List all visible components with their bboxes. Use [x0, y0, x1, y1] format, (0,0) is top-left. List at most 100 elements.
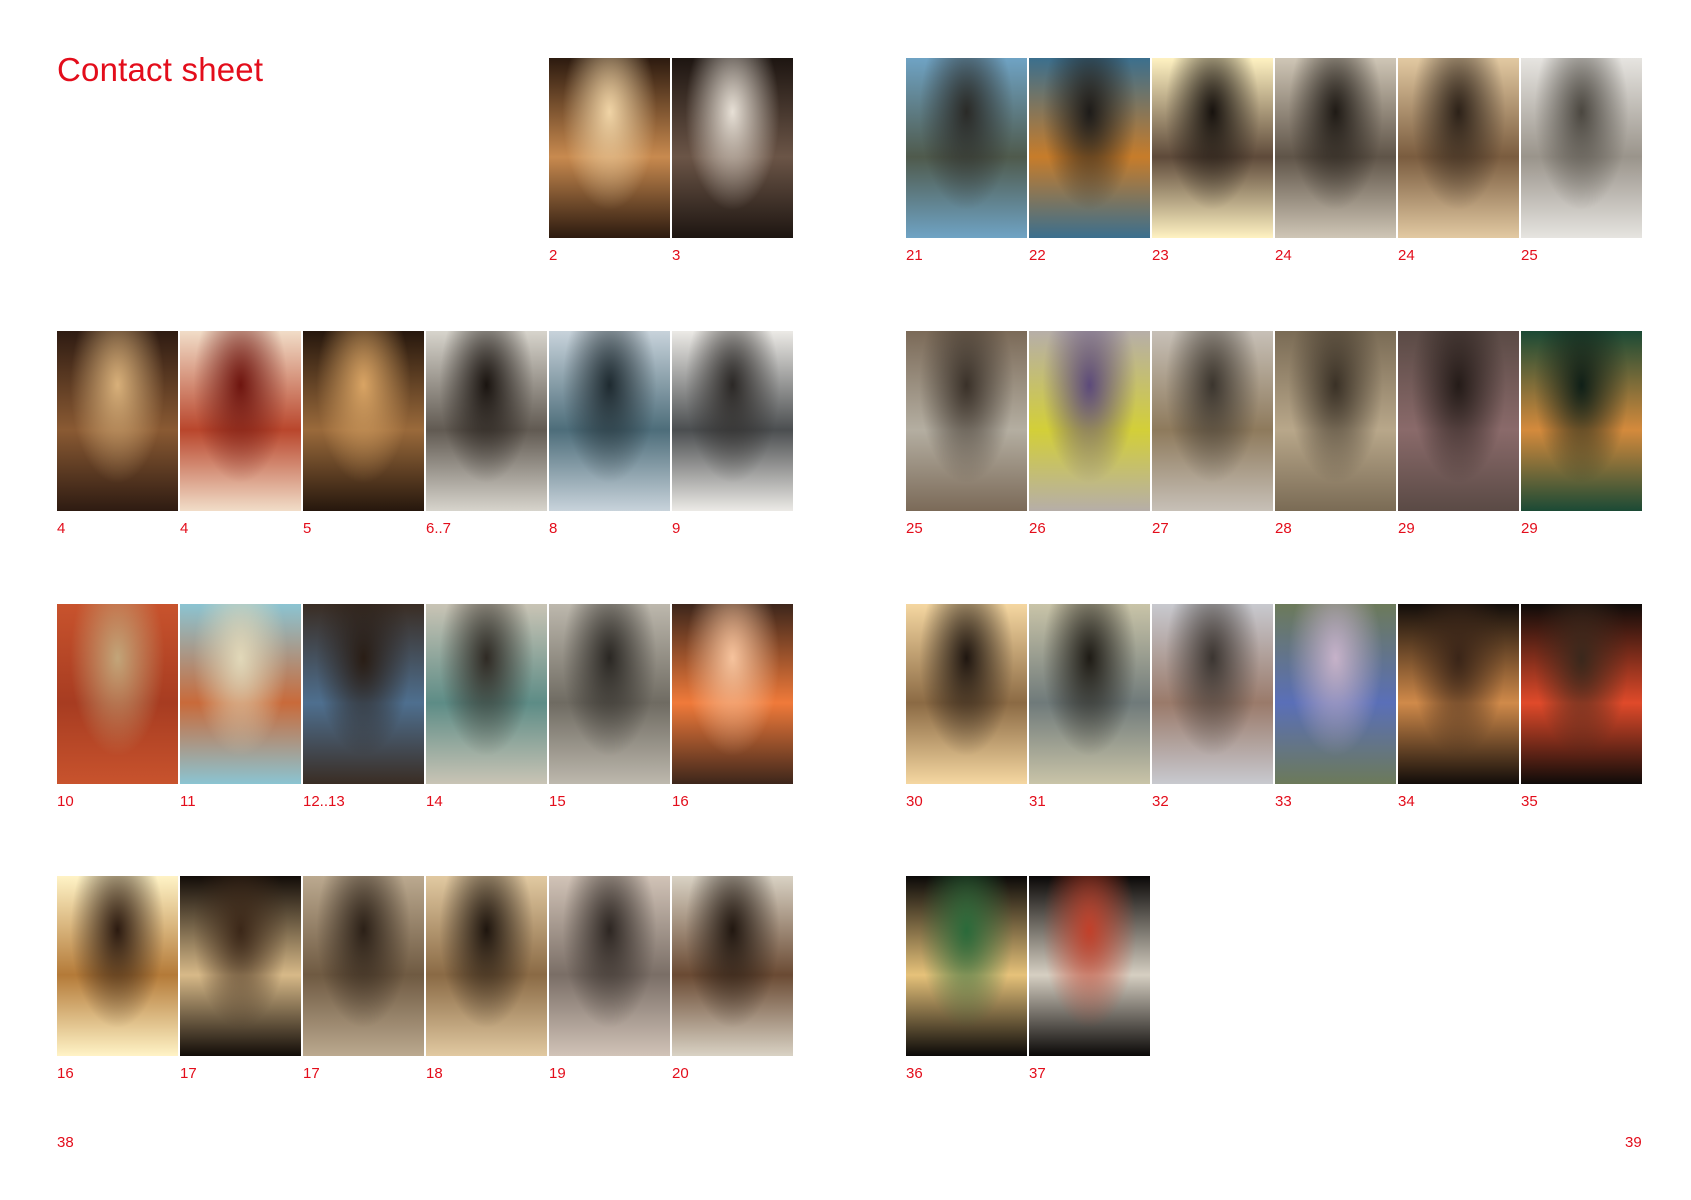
- contact-photo: [906, 58, 1027, 238]
- photo-caption: 19: [549, 1065, 566, 1082]
- photo-image: [1398, 604, 1519, 784]
- photo-image: [180, 876, 301, 1056]
- photo-image: [672, 604, 793, 784]
- contact-photo: [1029, 331, 1150, 511]
- photo-caption: 23: [1152, 247, 1169, 264]
- photo-image: [1398, 58, 1519, 238]
- photo-caption: 16: [57, 1065, 74, 1082]
- photo-image: [57, 876, 178, 1056]
- photo-caption: 36: [906, 1065, 923, 1082]
- contact-photo: [1398, 331, 1519, 511]
- photo-caption: 33: [1275, 793, 1292, 810]
- photo-caption: 37: [1029, 1065, 1046, 1082]
- contact-photo: [1275, 604, 1396, 784]
- photo-image: [180, 604, 301, 784]
- photo-caption: 5: [303, 520, 312, 537]
- photo-caption: 31: [1029, 793, 1046, 810]
- photo-image: [426, 604, 547, 784]
- photo-caption: 32: [1152, 793, 1169, 810]
- photo-image: [906, 58, 1027, 238]
- photo-caption: 20: [672, 1065, 689, 1082]
- photo-image: [303, 331, 424, 511]
- contact-photo: [549, 331, 670, 511]
- photo-image: [1152, 331, 1273, 511]
- contact-photo: [672, 604, 793, 784]
- photo-image: [1029, 876, 1150, 1056]
- contact-photo: [1398, 604, 1519, 784]
- contact-photo: [906, 876, 1027, 1056]
- contact-photo: [906, 331, 1027, 511]
- contact-photo: [672, 876, 793, 1056]
- photo-caption: 17: [180, 1065, 197, 1082]
- photo-caption: 25: [906, 520, 923, 537]
- contact-photo: [180, 604, 301, 784]
- photo-caption: 14: [426, 793, 443, 810]
- contact-photo: [549, 58, 670, 238]
- contact-photo: [57, 604, 178, 784]
- photo-caption: 29: [1521, 520, 1538, 537]
- page-number-right: 39: [1625, 1134, 1642, 1151]
- photo-caption: 35: [1521, 793, 1538, 810]
- contact-photo: [180, 331, 301, 511]
- photo-caption: 18: [426, 1065, 443, 1082]
- photo-caption: 3: [672, 247, 681, 264]
- photo-caption: 25: [1521, 247, 1538, 264]
- photo-image: [672, 331, 793, 511]
- photo-image: [672, 876, 793, 1056]
- photo-image: [57, 331, 178, 511]
- photo-image: [1398, 331, 1519, 511]
- photo-image: [426, 331, 547, 511]
- photo-image: [1521, 604, 1642, 784]
- contact-photo: [180, 876, 301, 1056]
- contact-photo: [1275, 58, 1396, 238]
- photo-caption: 34: [1398, 793, 1415, 810]
- photo-image: [1029, 604, 1150, 784]
- photo-image: [906, 331, 1027, 511]
- contact-photo: [672, 331, 793, 511]
- contact-photo: [672, 58, 793, 238]
- photo-caption: 22: [1029, 247, 1046, 264]
- contact-photo: [1521, 58, 1642, 238]
- photo-caption: 11: [180, 793, 196, 810]
- photo-image: [1029, 331, 1150, 511]
- photo-image: [303, 604, 424, 784]
- contact-photo: [906, 604, 1027, 784]
- photo-caption: 28: [1275, 520, 1292, 537]
- photo-image: [57, 604, 178, 784]
- photo-image: [1275, 331, 1396, 511]
- photo-caption: 30: [906, 793, 923, 810]
- photo-caption: 4: [180, 520, 189, 537]
- contact-photo: [426, 604, 547, 784]
- photo-caption: 10: [57, 793, 74, 810]
- contact-photo: [1521, 331, 1642, 511]
- photo-caption: 8: [549, 520, 558, 537]
- photo-image: [1521, 331, 1642, 511]
- contact-photo: [303, 604, 424, 784]
- photo-image: [1029, 58, 1150, 238]
- contact-photo: [1275, 331, 1396, 511]
- contact-photo: [1152, 58, 1273, 238]
- contact-photo: [1152, 331, 1273, 511]
- photo-caption: 17: [303, 1065, 320, 1082]
- contact-photo: [1521, 604, 1642, 784]
- photo-image: [672, 58, 793, 238]
- contact-photo: [1029, 876, 1150, 1056]
- contact-photo: [303, 876, 424, 1056]
- photo-caption: 24: [1398, 247, 1415, 264]
- photo-caption: 9: [672, 520, 681, 537]
- photo-caption: 27: [1152, 520, 1169, 537]
- photo-caption: 29: [1398, 520, 1415, 537]
- photo-image: [303, 876, 424, 1056]
- contact-photo: [549, 604, 670, 784]
- contact-photo: [1029, 604, 1150, 784]
- contact-photo: [57, 876, 178, 1056]
- contact-photo: [1398, 58, 1519, 238]
- page-number-left: 38: [57, 1134, 74, 1151]
- photo-image: [906, 876, 1027, 1056]
- contact-photo: [549, 876, 670, 1056]
- photo-caption: 4: [57, 520, 66, 537]
- photo-image: [180, 331, 301, 511]
- photo-caption: 16: [672, 793, 689, 810]
- photo-image: [1275, 604, 1396, 784]
- contact-photo: [1029, 58, 1150, 238]
